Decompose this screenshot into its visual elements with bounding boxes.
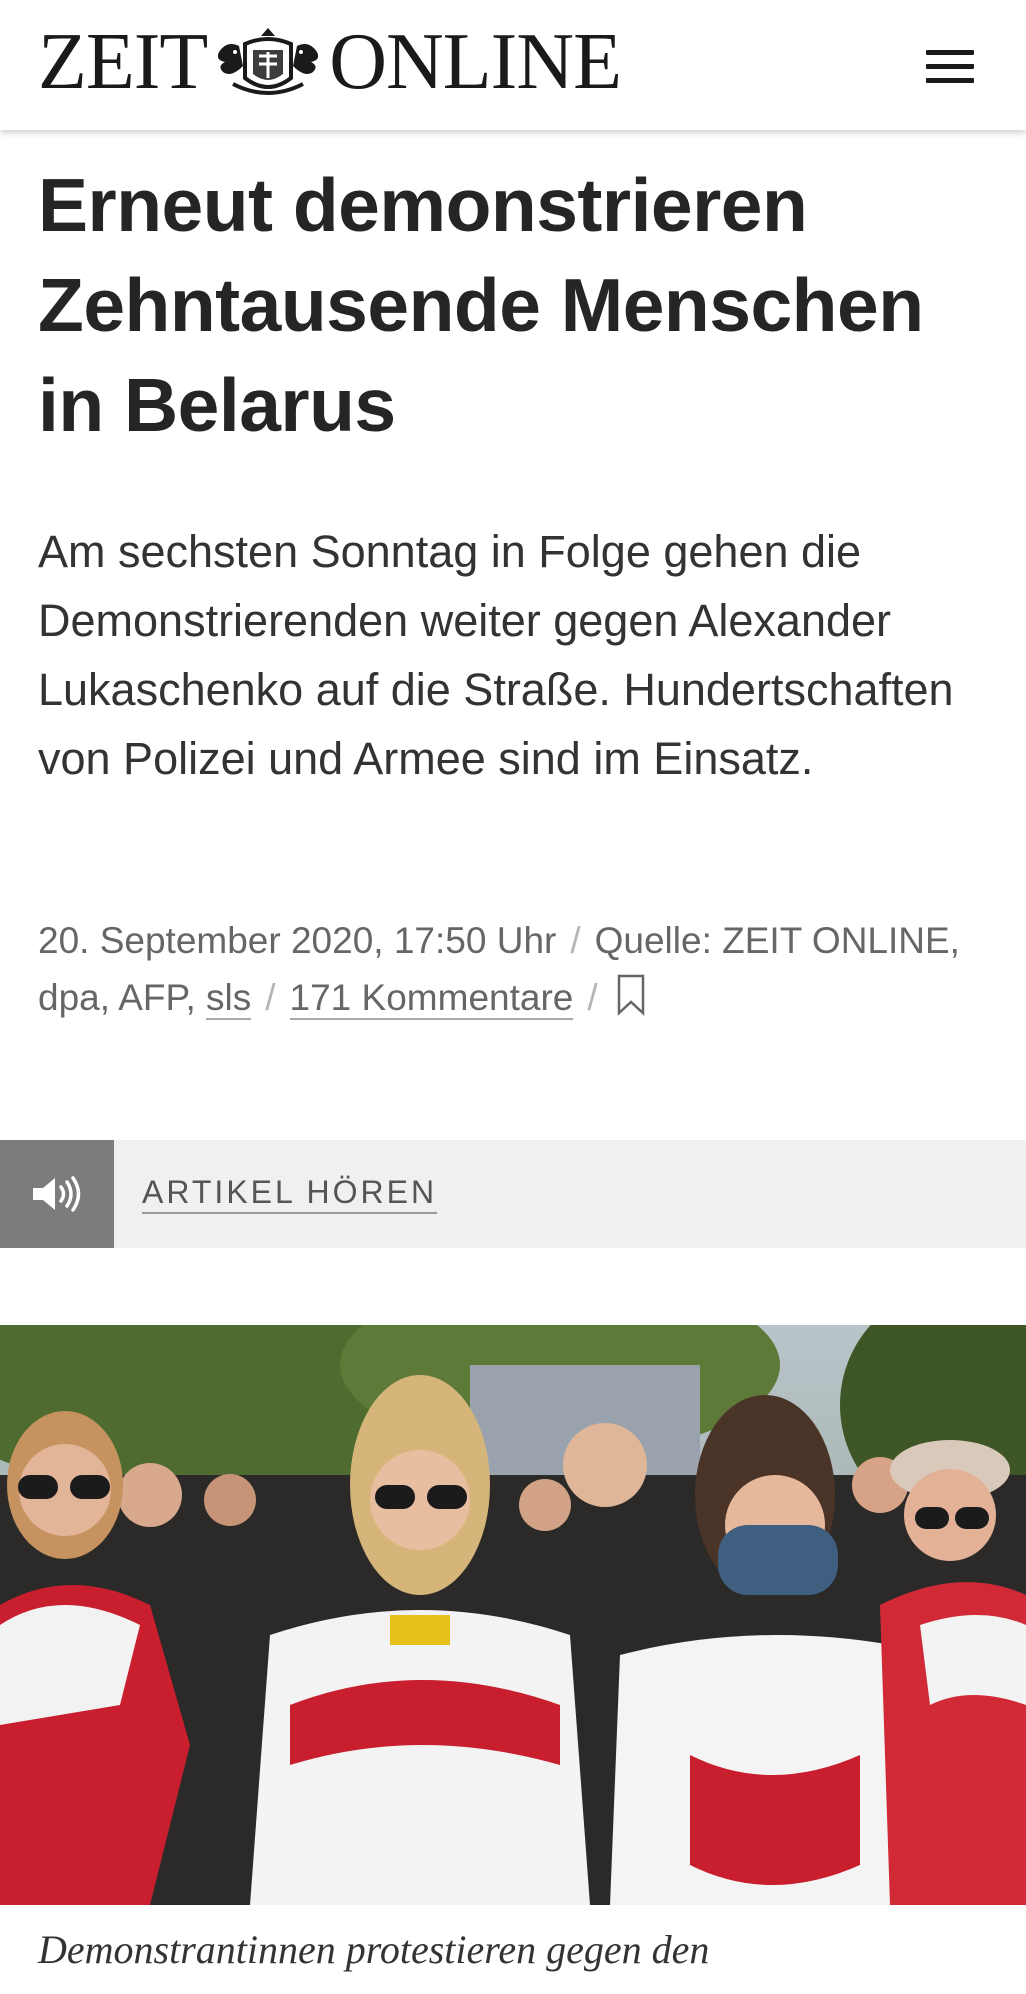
hamburger-menu-icon[interactable] xyxy=(922,44,978,88)
author-link[interactable]: sls xyxy=(206,977,252,1020)
article-page: ZEIT ONLINE Erneut demonstrieren Zehntau… xyxy=(0,0,1026,1994)
listen-bar[interactable]: ARTIKEL HÖREN xyxy=(0,1140,1026,1248)
publish-date: 20. September 2020, 17:50 Uhr xyxy=(38,920,557,961)
logo-text-zeit: ZEIT xyxy=(38,18,208,106)
listen-article-link[interactable]: ARTIKEL HÖREN xyxy=(142,1172,438,1214)
article-meta: 20. September 2020, 17:50 Uhr / Quelle: ZE… xyxy=(38,912,998,1026)
separator: / xyxy=(265,977,276,1018)
eagle-crest-icon xyxy=(218,28,319,95)
bookmark-icon[interactable] xyxy=(616,974,646,1016)
separator: / xyxy=(587,977,598,1018)
logo-text-online: ONLINE xyxy=(329,18,622,106)
article-photo xyxy=(0,1325,1026,1905)
speaker-button[interactable] xyxy=(0,1140,114,1248)
zeit-online-logo[interactable]: ZEIT ONLINE xyxy=(38,18,622,106)
speaker-icon xyxy=(33,1176,81,1212)
separator: / xyxy=(570,920,581,961)
site-header: ZEIT ONLINE xyxy=(0,0,1026,130)
article-summary: Am sechsten Sonntag in Folge gehen die D… xyxy=(38,526,954,784)
comments-link[interactable]: 171 Kommentare xyxy=(289,977,574,1020)
photo-caption: Demonstrantinnen protestieren gegen den xyxy=(38,1927,710,1972)
article-title: Erneut demonstrieren Zehntausende Mensch… xyxy=(38,163,924,447)
